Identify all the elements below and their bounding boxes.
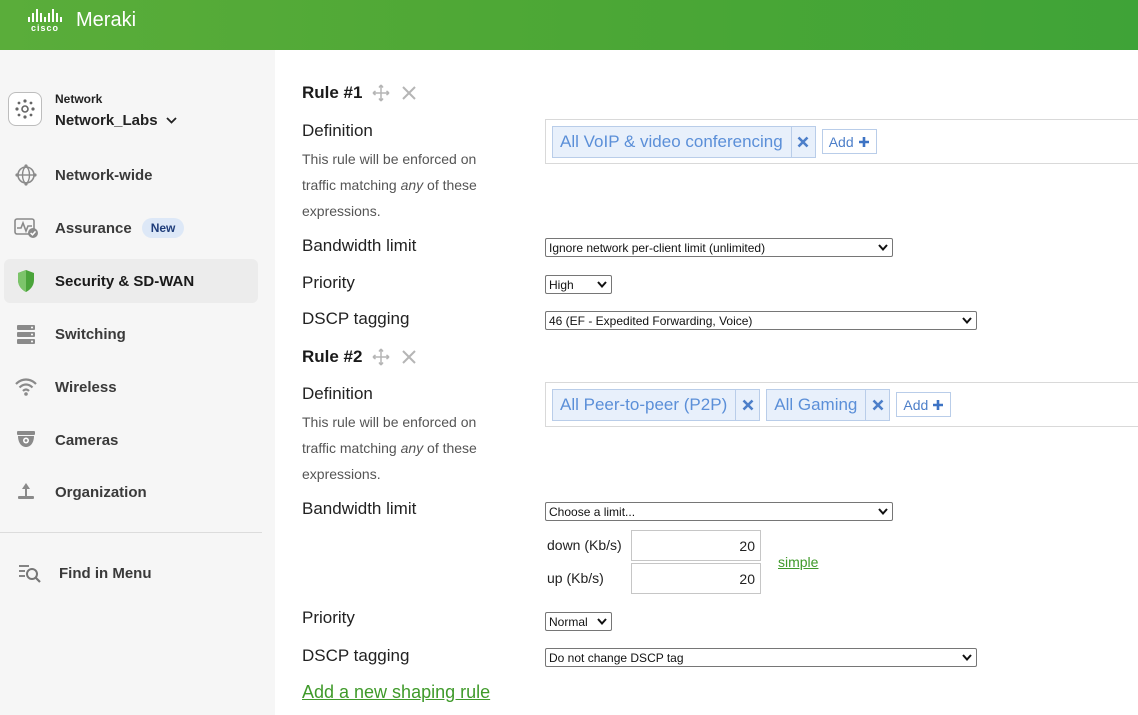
bandwidth-limit-value: Choose a limit...	[549, 504, 636, 519]
plus-icon	[858, 136, 869, 147]
rule-2-expressions: All Peer-to-peer (P2P) All Gaming Add	[545, 382, 1138, 427]
cisco-meraki-logo[interactable]: cisco Meraki	[24, 8, 136, 33]
down-rate-input[interactable]	[631, 530, 761, 561]
sidebar-item-label: Organization	[55, 483, 147, 501]
remove-tag-icon[interactable]	[735, 389, 759, 420]
chevron-down-icon	[878, 508, 888, 516]
priority-label: Priority	[302, 273, 355, 292]
tag-label: All VoIP & video conferencing	[560, 131, 783, 151]
organization-icon	[6, 481, 46, 503]
sidebar-item-label: Assurance	[55, 219, 132, 237]
bandwidth-limit-select[interactable]: Choose a limit...	[545, 502, 893, 521]
sidebar-item-network-wide[interactable]: Network-wide	[4, 153, 258, 197]
expression-tag: All Gaming	[766, 388, 891, 421]
globe-icon	[6, 163, 46, 187]
network-icon	[8, 92, 42, 126]
chevron-down-icon	[878, 244, 888, 252]
network-name: Network_Labs	[55, 112, 158, 129]
add-label: Add	[903, 396, 929, 413]
sidebar-item-wireless[interactable]: Wireless	[4, 365, 258, 409]
rule-title: Rule #1	[302, 83, 363, 102]
chevron-down-icon	[597, 618, 607, 626]
add-expression-button[interactable]: Add	[821, 129, 877, 154]
add-label: Add	[828, 133, 854, 150]
find-in-menu-label: Find in Menu	[59, 564, 152, 582]
tag-label: All Gaming	[774, 394, 858, 414]
drag-handle-icon[interactable]	[372, 348, 390, 366]
tag-label: All Peer-to-peer (P2P)	[560, 394, 728, 414]
sidebar-item-label: Wireless	[55, 378, 117, 396]
add-expression-button[interactable]: Add	[896, 392, 952, 417]
rule-2-header: Rule #2	[302, 347, 417, 367]
cisco-logo-icon: cisco	[24, 8, 66, 33]
camera-icon	[6, 429, 46, 451]
chevron-down-icon	[962, 317, 972, 325]
find-in-menu-button[interactable]: Find in Menu	[4, 551, 258, 595]
switch-icon	[6, 323, 46, 345]
network-caption: Network	[55, 92, 103, 106]
drag-handle-icon[interactable]	[372, 84, 390, 102]
sidebar-item-label: Switching	[55, 325, 126, 343]
network-selector[interactable]: Network_Labs	[55, 112, 177, 129]
chevron-down-icon	[165, 117, 177, 124]
bandwidth-limit-value: Ignore network per-client limit (unlimit…	[549, 240, 766, 255]
traffic-shaping-rules: Rule #1 Definition This rule will be enf…	[275, 50, 1138, 715]
new-badge: New	[141, 218, 185, 238]
sidebar-item-label: Cameras	[55, 431, 119, 449]
remove-tag-icon[interactable]	[790, 126, 815, 157]
definition-label: Definition	[302, 384, 373, 403]
rule-1-header: Rule #1	[302, 83, 417, 103]
remove-tag-icon[interactable]	[865, 389, 889, 420]
expression-tag: All Peer-to-peer (P2P)	[552, 388, 761, 421]
dscp-tagging-select[interactable]: 46 (EF - Expedited Forwarding, Voice)	[545, 311, 977, 330]
bandwidth-limit-select[interactable]: Ignore network per-client limit (unlimit…	[545, 238, 893, 257]
wifi-icon	[6, 377, 46, 397]
chevron-down-icon	[597, 281, 607, 289]
dscp-tagging-select[interactable]: Do not change DSCP tag	[545, 648, 977, 667]
sidebar-item-cameras[interactable]: Cameras	[4, 418, 258, 462]
dscp-tagging-label: DSCP tagging	[302, 646, 410, 665]
down-rate-label: down (Kb/s)	[547, 537, 622, 553]
definition-help: This rule will be enforced on traffic ma…	[302, 414, 477, 482]
dscp-tagging-value: 46 (EF - Expedited Forwarding, Voice)	[549, 313, 753, 328]
sidebar-item-label: Security & SD-WAN	[55, 272, 195, 290]
dscp-tagging-label: DSCP tagging	[302, 309, 410, 328]
assurance-icon	[6, 217, 46, 239]
simple-link[interactable]: simple	[778, 554, 818, 570]
brand-name: Meraki	[76, 9, 137, 31]
definition-help: This rule will be enforced on traffic ma…	[302, 151, 477, 219]
priority-select[interactable]: Normal	[545, 612, 612, 631]
expression-tag: All VoIP & video conferencing	[552, 125, 816, 158]
add-shaping-rule-link[interactable]: Add a new shaping rule	[302, 682, 490, 703]
delete-rule-icon[interactable]	[402, 350, 417, 364]
sidebar-item-assurance[interactable]: Assurance New	[4, 206, 258, 250]
dscp-tagging-value: Do not change DSCP tag	[549, 650, 684, 665]
priority-select[interactable]: High	[545, 275, 612, 294]
up-rate-label: up (Kb/s)	[547, 570, 604, 586]
sidebar-divider	[0, 532, 262, 533]
shield-icon	[6, 269, 46, 293]
search-menu-icon	[10, 562, 50, 584]
up-rate-input[interactable]	[631, 563, 761, 594]
sidebar-item-security-sd-wan[interactable]: Security & SD-WAN	[4, 259, 258, 303]
sidebar-item-switching[interactable]: Switching	[4, 312, 258, 356]
bandwidth-limit-label: Bandwidth limit	[302, 236, 417, 255]
rule-1-expressions: All VoIP & video conferencing Add	[545, 119, 1138, 164]
chevron-down-icon	[962, 654, 972, 662]
plus-icon	[933, 399, 944, 410]
priority-label: Priority	[302, 608, 355, 627]
priority-value: Normal	[549, 614, 588, 629]
priority-value: High	[549, 277, 574, 292]
bandwidth-limit-label: Bandwidth limit	[302, 499, 417, 518]
top-header: cisco Meraki	[0, 0, 1138, 50]
rule-title: Rule #2	[302, 347, 363, 366]
delete-rule-icon[interactable]	[402, 86, 417, 100]
definition-label: Definition	[302, 121, 373, 140]
sidebar-item-organization[interactable]: Organization	[4, 470, 258, 514]
sidebar-item-label: Network-wide	[55, 166, 153, 184]
cisco-wordmark: cisco	[30, 23, 59, 33]
